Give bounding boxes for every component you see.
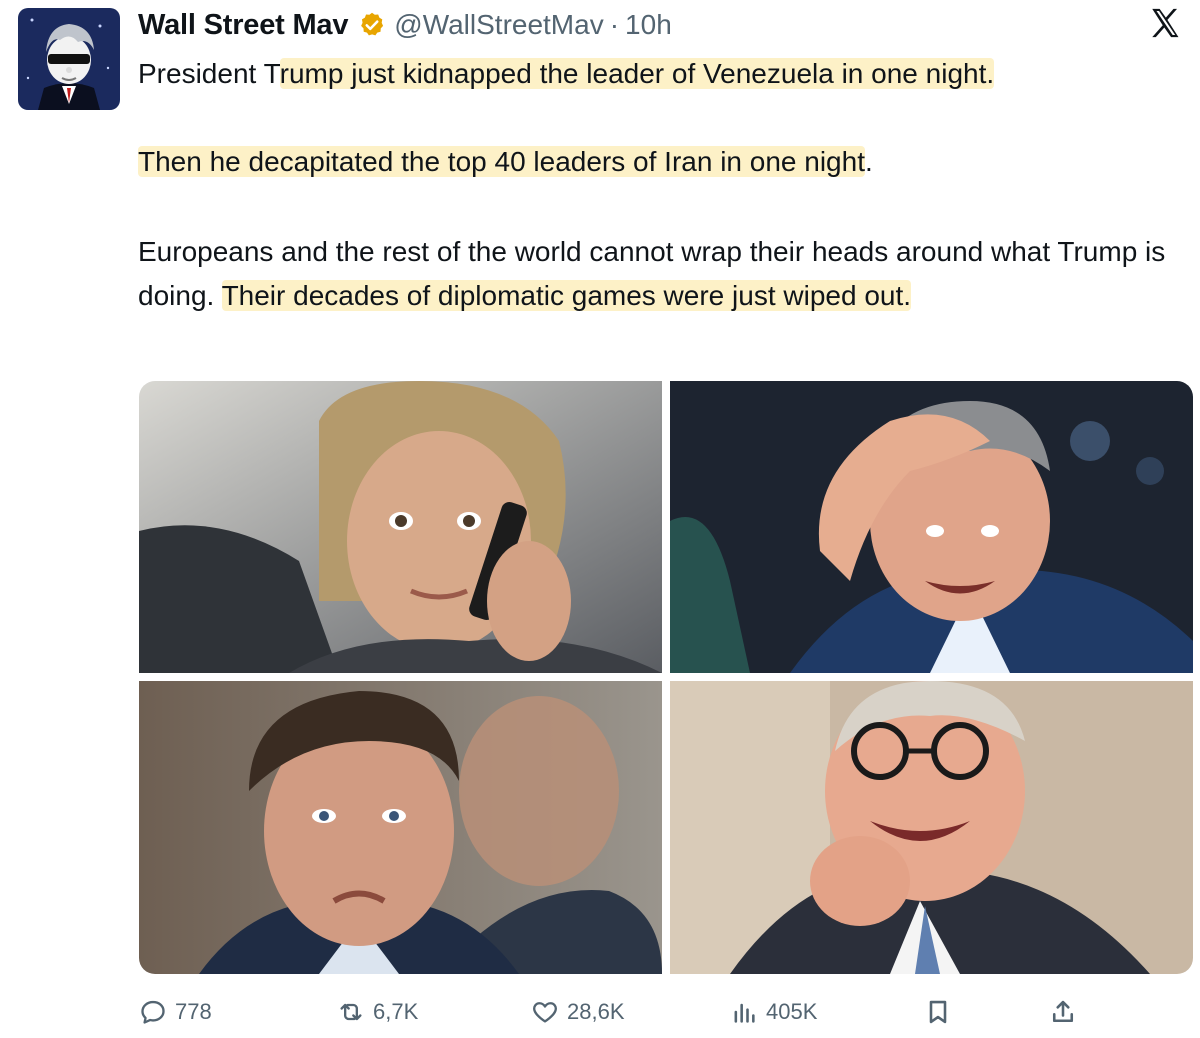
paragraph-1-text: President T bbox=[138, 58, 280, 89]
tweet-header: Wall Street Mav @WallStreetMav · 10h bbox=[138, 2, 672, 48]
bookmark-icon bbox=[929, 1000, 947, 1024]
avatar[interactable] bbox=[18, 8, 120, 110]
media-image-3[interactable] bbox=[139, 681, 662, 974]
repost-count: 6,7K bbox=[373, 999, 419, 1024]
media-image-4[interactable] bbox=[670, 681, 1193, 974]
reply-icon bbox=[141, 1000, 165, 1024]
like-button[interactable]: 28,6K bbox=[531, 992, 625, 1032]
views-button[interactable]: 405K bbox=[730, 992, 817, 1032]
share-icon bbox=[1052, 1000, 1074, 1023]
highlighted-text: Their decades of diplomatic games were j… bbox=[221, 280, 912, 311]
handle[interactable]: @WallStreetMav bbox=[394, 9, 603, 41]
photo-man-hand-on-forehead bbox=[670, 381, 1193, 673]
separator-dot: · bbox=[609, 9, 620, 40]
x-logo-icon bbox=[1148, 6, 1182, 40]
display-name[interactable]: Wall Street Mav bbox=[138, 9, 348, 42]
highlighted-text: rump just kidnapped the leader of Venezu… bbox=[279, 58, 995, 89]
repost-icon bbox=[340, 1003, 362, 1021]
photo-woman-on-phone bbox=[139, 381, 662, 673]
highlighted-text: Then he decapitated the top 40 leaders o… bbox=[138, 146, 865, 177]
media-image-1[interactable] bbox=[139, 381, 662, 673]
tweet-paragraph-3: Europeans and the rest of the world cann… bbox=[138, 230, 1178, 318]
views-count: 405K bbox=[766, 999, 818, 1024]
paragraph-2-text: . bbox=[864, 146, 873, 177]
tweet-paragraph-1: President Trump just kidnapped the leade… bbox=[138, 52, 1178, 96]
media-grid bbox=[139, 381, 1193, 974]
timestamp[interactable]: 10h bbox=[625, 9, 672, 41]
photo-man-frowning bbox=[139, 681, 662, 974]
tweet-paragraph-2: Then he decapitated the top 40 leaders o… bbox=[138, 140, 1178, 184]
photo-man-crying-glasses bbox=[670, 681, 1193, 974]
reply-count: 778 bbox=[175, 999, 212, 1024]
share-button[interactable] bbox=[1049, 992, 1085, 1032]
tweet-actions: 778 6,7K 28,6K 405K bbox=[139, 992, 1193, 1032]
verified-badge-icon bbox=[358, 11, 386, 39]
avatar-image bbox=[18, 8, 120, 110]
views-bar-chart-icon bbox=[734, 1003, 755, 1023]
repost-button[interactable]: 6,7K bbox=[337, 992, 418, 1032]
heart-icon bbox=[533, 1002, 557, 1023]
bookmark-button[interactable] bbox=[924, 992, 960, 1032]
reply-button[interactable]: 778 bbox=[139, 992, 212, 1032]
like-count: 28,6K bbox=[567, 999, 625, 1024]
media-image-2[interactable] bbox=[670, 381, 1193, 673]
